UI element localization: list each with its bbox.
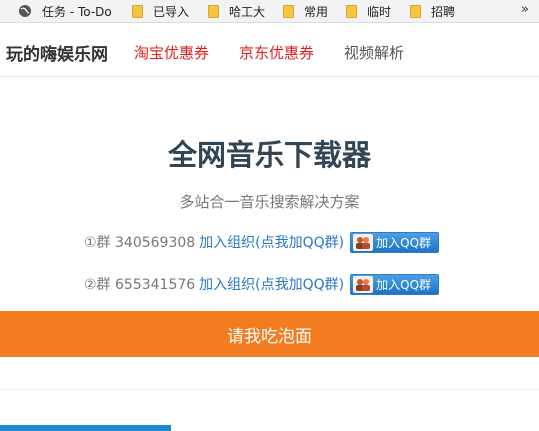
qq-people-icon: [353, 275, 374, 293]
folder-icon: [346, 4, 357, 18]
nav-link-jd-coupons[interactable]: 京东优惠券: [239, 42, 314, 63]
folder-icon: [283, 4, 294, 18]
bookmark-folder-imported[interactable]: 已导入: [132, 3, 189, 19]
bookmarks-overflow-icon[interactable]: »: [521, 2, 529, 17]
bookmark-folder-jobs[interactable]: 招聘: [410, 3, 455, 19]
bookmark-todo[interactable]: 任务 - To-Do: [18, 3, 112, 19]
bookmark-folder-common[interactable]: 常用: [283, 3, 328, 19]
group-number: ①群 340569308: [84, 235, 196, 251]
join-group-link[interactable]: 加入组织(点我加QQ群): [199, 274, 344, 294]
donate-label: 请我吃泡面: [227, 326, 312, 347]
folder-icon: [410, 4, 421, 18]
qq-people-icon: [353, 233, 374, 251]
bookmark-folder-temp[interactable]: 临时: [346, 3, 391, 19]
globe-icon: [19, 5, 31, 17]
section-divider: [0, 389, 539, 390]
blue-tab-strip[interactable]: [0, 425, 171, 431]
group-number: ②群 655341576: [84, 277, 196, 293]
donate-button[interactable]: 请我吃泡面: [0, 311, 539, 357]
join-qq-group-button[interactable]: 加入QQ群: [350, 273, 440, 295]
join-qq-group-button[interactable]: 加入QQ群: [350, 231, 440, 253]
nav-link-taobao-coupons[interactable]: 淘宝优惠券: [134, 42, 209, 63]
folder-icon: [208, 4, 219, 18]
page-subtitle: 多站合一音乐搜索解决方案: [179, 193, 360, 211]
site-brand[interactable]: 玩的嗨娱乐网: [6, 40, 108, 65]
nav-link-video-parse[interactable]: 视频解析: [344, 42, 404, 63]
qq-group-1: ①群 340569308 加入组织(点我加QQ群) 加入QQ群: [84, 231, 440, 253]
site-navbar: 玩的嗨娱乐网 淘宝优惠券 京东优惠券 视频解析: [0, 23, 539, 77]
bookmark-folder-hit[interactable]: 哈工大: [208, 3, 265, 19]
page-title: 全网音乐下载器: [167, 138, 371, 172]
folder-icon: [132, 4, 143, 18]
bookmarks-bar: 任务 - To-Do 已导入 哈工大 常用 临时 招聘 »: [0, 0, 539, 23]
join-group-link[interactable]: 加入组织(点我加QQ群): [199, 232, 344, 252]
qq-group-2: ②群 655341576 加入组织(点我加QQ群) 加入QQ群: [84, 273, 440, 295]
